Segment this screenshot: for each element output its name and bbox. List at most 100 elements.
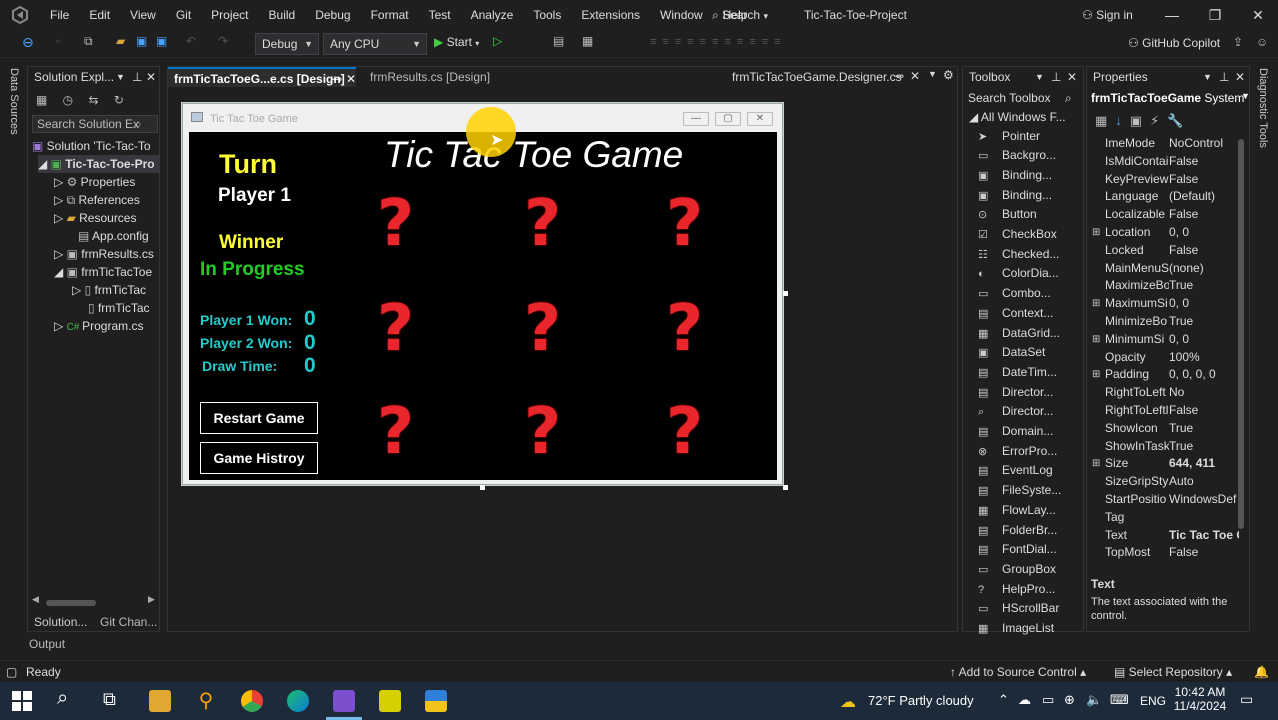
close-icon[interactable]: ✕	[146, 67, 156, 87]
property-row[interactable]: Language (Default)	[1090, 188, 1240, 206]
property-value[interactable]: No	[1169, 384, 1239, 402]
app-icon-2[interactable]	[425, 690, 447, 712]
toolbox-item[interactable]: ▤ FileSyste...	[978, 481, 1061, 501]
toolbox-item[interactable]: ▭ GroupBox	[978, 560, 1056, 580]
property-row[interactable]: RightToLeft No	[1090, 384, 1240, 402]
property-value[interactable]: 0, 0	[1169, 331, 1239, 349]
tree-resources[interactable]: ▷ ▰ Resources	[54, 209, 136, 227]
solution-toolbar[interactable]: ▦ ◷ ⇆ ↻	[36, 93, 156, 109]
property-value[interactable]: 644, 411	[1169, 455, 1239, 473]
clock[interactable]: 10:42 AM 11/4/2024	[1170, 685, 1230, 713]
cell-5[interactable]: ?	[524, 297, 561, 361]
property-row[interactable]: SizeGripStyl Auto	[1090, 473, 1240, 491]
search-icon[interactable]: ⌕	[57, 687, 68, 710]
property-value[interactable]: True	[1169, 313, 1239, 331]
alignment-tools[interactable]: ≡≡≡≡≡≡≡≡≡≡≡	[650, 36, 787, 48]
start-button[interactable]: ▶ Start ▾	[434, 35, 479, 49]
toolbox-item[interactable]: ⌕ Director...	[978, 402, 1053, 422]
add-source-control-button[interactable]: ↑ Add to Source Control ▴	[950, 661, 1086, 683]
toolbox-item[interactable]: ▤ EventLog	[978, 461, 1053, 481]
property-row[interactable]: MinimizeBo True	[1090, 313, 1240, 331]
config-select[interactable]: Debug ▼	[255, 33, 319, 55]
property-value[interactable]: False	[1169, 402, 1239, 420]
edge-icon[interactable]	[287, 690, 309, 712]
property-row[interactable]: Tag	[1090, 509, 1240, 527]
notification-center-icon[interactable]: ▭	[1240, 691, 1253, 708]
property-value[interactable]: True	[1169, 277, 1239, 295]
toolbox-item[interactable]: ▦ DataGrid...	[978, 324, 1060, 344]
resize-handle-corner[interactable]	[783, 485, 788, 490]
property-value[interactable]: 0, 0	[1169, 295, 1239, 313]
open-folder-icon[interactable]: ▰	[116, 34, 132, 50]
forward-icon[interactable]: ▫	[56, 34, 72, 50]
property-value[interactable]: False	[1169, 206, 1239, 224]
tree-references[interactable]: ▷ ⧉ References	[54, 191, 140, 209]
tab-solution[interactable]: Solution...	[34, 613, 87, 631]
menu-edit[interactable]: Edit	[79, 0, 120, 30]
pin-icon[interactable]: ⊸	[894, 69, 904, 83]
solution-search-input[interactable]: Search Solution Ex ⌕	[32, 115, 158, 133]
close-icon[interactable]: ✕	[346, 69, 356, 89]
tab-results-design[interactable]: frmResults.cs [Design]	[364, 67, 496, 87]
expand-icon[interactable]: ⊞	[1092, 455, 1100, 473]
cell-2[interactable]: ?	[524, 192, 561, 256]
properties-object-select[interactable]: frmTicTacToeGame System ▼	[1091, 91, 1249, 105]
toolbox-item[interactable]: ▤ Context...	[978, 304, 1053, 324]
property-value[interactable]: False	[1169, 242, 1239, 260]
menu-debug[interactable]: Debug	[305, 0, 360, 30]
property-row[interactable]: TopMost False	[1090, 544, 1240, 562]
output-tab[interactable]: Output	[29, 637, 65, 651]
property-row[interactable]: Locked False	[1090, 242, 1240, 260]
menu-analyze[interactable]: Analyze	[461, 0, 524, 30]
menu-project[interactable]: Project	[201, 0, 258, 30]
property-row[interactable]: ImeMode NoControl	[1090, 135, 1240, 153]
tab-designer-cs[interactable]: frmTicTacToeGame.Designer.cs	[726, 67, 908, 87]
cell-3[interactable]: ?	[666, 192, 703, 256]
notifications-icon[interactable]: 🔔	[1254, 661, 1269, 683]
chrome-icon[interactable]	[241, 690, 263, 712]
sign-in-button[interactable]: ⚇ Sign in	[1082, 0, 1133, 30]
toolbox-item[interactable]: ☑ CheckBox	[978, 225, 1057, 245]
toolbox-item[interactable]: ▣ Binding...	[978, 166, 1052, 186]
undo-icon[interactable]: ↶	[186, 34, 202, 50]
toolbox-item[interactable]: ▭ HScrollBar	[978, 599, 1059, 619]
app-icon[interactable]	[379, 690, 401, 712]
property-value[interactable]: NoControl	[1169, 135, 1239, 153]
toolbox-item[interactable]: ▤ FontDial...	[978, 540, 1057, 560]
property-value[interactable]: False	[1169, 171, 1239, 189]
menu-view[interactable]: View	[120, 0, 166, 30]
property-row[interactable]: ⊞ MinimumSi 0, 0	[1090, 331, 1240, 349]
cell-4[interactable]: ?	[377, 297, 414, 361]
toolbox-item[interactable]: ▤ FolderBr...	[978, 521, 1057, 541]
horizontal-scrollbar[interactable]: ◀ ▶	[32, 594, 158, 609]
chevron-down-icon[interactable]: ▼	[116, 67, 125, 87]
expand-icon[interactable]: ⊞	[1092, 224, 1100, 242]
property-row[interactable]: ShowIcon True	[1090, 420, 1240, 438]
properties-toolbar[interactable]: ▦↓▣⚡🔧	[1095, 113, 1191, 129]
new-project-icon[interactable]: ⧉	[84, 34, 100, 50]
tree-project[interactable]: ◢ ▣ Tic-Tac-Toe-Pro	[38, 155, 160, 173]
property-value[interactable]: WindowsDef	[1169, 491, 1239, 509]
tab-git-changes[interactable]: Git Chan...	[100, 613, 157, 631]
property-value[interactable]: 0, 0, 0, 0	[1169, 366, 1239, 384]
battery-icon[interactable]: ▭	[1042, 692, 1054, 708]
redo-icon[interactable]: ↷	[218, 34, 234, 50]
network-icon[interactable]: ⊕	[1064, 692, 1075, 708]
chevron-down-icon[interactable]: ▼	[1203, 67, 1212, 87]
menu-build[interactable]: Build	[259, 0, 306, 30]
magnifier-app-icon[interactable]: ⚲	[195, 690, 217, 712]
visual-studio-logo-icon[interactable]	[10, 5, 30, 25]
back-icon[interactable]: ⊖	[22, 34, 38, 50]
tree-app-config[interactable]: ▤ App.config	[78, 227, 149, 245]
property-value[interactable]: (Default)	[1169, 188, 1239, 206]
chevron-down-icon[interactable]: ▼	[1035, 67, 1044, 87]
windows-start-icon[interactable]	[12, 691, 32, 711]
toolbox-item[interactable]: ▦ FlowLay...	[978, 501, 1056, 521]
tree-frmtictactoe[interactable]: ◢ ▣ frmTicTacToe	[54, 263, 152, 281]
feedback-icon[interactable]: ☺	[1256, 35, 1268, 49]
close-icon[interactable]: ✕	[1067, 67, 1077, 87]
cell-1[interactable]: ?	[377, 192, 414, 256]
toolbox-item[interactable]: ? HelpPro...	[978, 580, 1055, 600]
menu-extensions[interactable]: Extensions	[571, 0, 650, 30]
resize-handle-bottom[interactable]	[480, 485, 485, 490]
